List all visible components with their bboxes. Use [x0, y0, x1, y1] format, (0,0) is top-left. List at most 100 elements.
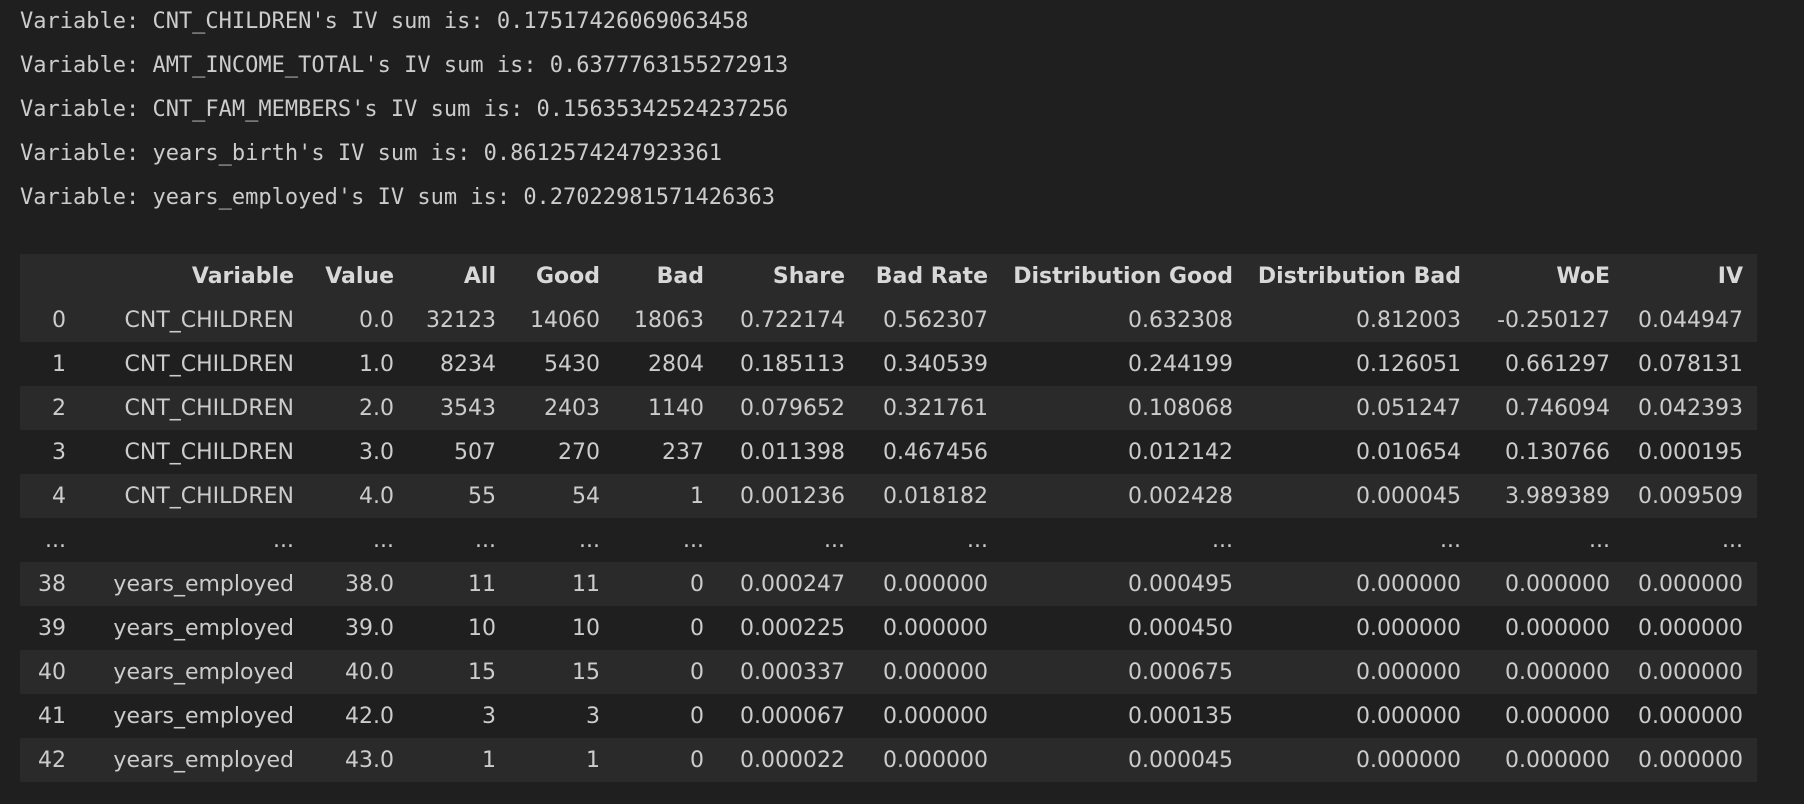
cell-bad-rate: 0.000000	[883, 615, 988, 641]
stream-line: Variable: years_employed's IV sum is: 0.…	[20, 185, 775, 210]
cell-all: 32123	[426, 307, 496, 333]
stream-line: Variable: CNT_CHILDREN's IV sum is: 0.17…	[20, 9, 749, 34]
cell-value: 0.0	[359, 307, 394, 333]
cell-bad: 1140	[648, 395, 704, 421]
header-good: Good	[510, 254, 614, 298]
cell-all: 3543	[440, 395, 496, 421]
cell-all: ...	[475, 527, 496, 553]
cell-value: 38.0	[345, 571, 394, 597]
cell-woe: 0.746094	[1505, 395, 1610, 421]
cell-value: 3.0	[359, 439, 394, 465]
cell-iv: 0.000000	[1638, 747, 1743, 773]
cell-woe: 0.130766	[1505, 439, 1610, 465]
cell-all: 11	[468, 571, 496, 597]
table-row: 41 years_employed 42.0 3 3 0 0.000067 0.000000 0…	[20, 694, 1757, 738]
table-row: 0 CNT_CHILDREN 0.0 32123 14060 18063 0.722174 0…	[20, 298, 1757, 342]
cell-bad-rate: 0.467456	[883, 439, 988, 465]
header-share: Share	[718, 254, 859, 298]
cell-distribution-good: 0.244199	[1128, 351, 1233, 377]
header-value: Value	[308, 254, 408, 298]
cell-variable: years_employed	[113, 615, 294, 641]
cell-value: 42.0	[345, 703, 394, 729]
cell-iv: 0.000000	[1638, 703, 1743, 729]
cell-iv: ...	[1722, 527, 1743, 553]
cell-good: ...	[579, 527, 600, 553]
cell-value: 43.0	[345, 747, 394, 773]
cell-value: 39.0	[345, 615, 394, 641]
cell-variable: ...	[273, 527, 294, 553]
dataframe-table: Variable Value All Good Bad Share Bad Ra…	[20, 254, 1757, 782]
cell-share: 0.001236	[740, 483, 845, 509]
cell-variable: years_employed	[113, 659, 294, 685]
cell-good: 11	[572, 571, 600, 597]
row-index: 39	[38, 615, 66, 641]
header-distribution-bad: Distribution Bad	[1247, 254, 1475, 298]
cell-all: 15	[468, 659, 496, 685]
cell-distribution-bad: ...	[1440, 527, 1461, 553]
cell-good: 1	[586, 747, 600, 773]
cell-bad-rate: 0.562307	[883, 307, 988, 333]
cell-distribution-bad: 0.812003	[1356, 307, 1461, 333]
cell-distribution-bad: 0.051247	[1356, 395, 1461, 421]
cell-bad-rate: 0.000000	[883, 747, 988, 773]
cell-iv: 0.000000	[1638, 571, 1743, 597]
cell-variable: CNT_CHILDREN	[124, 351, 295, 377]
cell-iv: 0.000000	[1638, 615, 1743, 641]
cell-share: ...	[824, 527, 845, 553]
cell-woe: 0.661297	[1505, 351, 1610, 377]
cell-all: 507	[454, 439, 496, 465]
cell-iv: 0.042393	[1638, 395, 1743, 421]
row-index: 4	[52, 483, 66, 509]
cell-all: 3	[482, 703, 496, 729]
cell-distribution-bad: 0.000000	[1356, 703, 1461, 729]
stream-line: Variable: CNT_FAM_MEMBERS's IV sum is: 0…	[20, 97, 789, 122]
cell-value: 4.0	[359, 483, 394, 509]
header-distribution-good: Distribution Good	[1002, 254, 1247, 298]
table-row: 38 years_employed 38.0 11 11 0 0.000247 0.00000…	[20, 562, 1757, 606]
row-index: ...	[45, 527, 66, 553]
cell-share: 0.000225	[740, 615, 845, 641]
cell-good: 54	[572, 483, 600, 509]
cell-distribution-good: 0.002428	[1128, 483, 1233, 509]
header-index	[20, 254, 80, 298]
cell-woe: 0.000000	[1505, 615, 1610, 641]
cell-distribution-bad: 0.126051	[1356, 351, 1461, 377]
cell-good: 10	[572, 615, 600, 641]
cell-share: 0.000067	[740, 703, 845, 729]
cell-good: 14060	[530, 307, 600, 333]
stream-line: Variable: AMT_INCOME_TOTAL's IV sum is: …	[20, 53, 789, 78]
cell-share: 0.000337	[740, 659, 845, 685]
cell-variable: CNT_CHILDREN	[124, 395, 295, 421]
row-index: 1	[52, 351, 66, 377]
cell-distribution-good: 0.000045	[1128, 747, 1233, 773]
cell-distribution-good: 0.632308	[1128, 307, 1233, 333]
cell-share: 0.011398	[740, 439, 845, 465]
cell-woe: 0.000000	[1505, 703, 1610, 729]
row-index: 40	[38, 659, 66, 685]
header-bad: Bad	[614, 254, 718, 298]
cell-distribution-bad: 0.000000	[1356, 747, 1461, 773]
cell-bad-rate: 0.321761	[883, 395, 988, 421]
row-index: 38	[38, 571, 66, 597]
table-row: 40 years_employed 40.0 15 15 0 0.000337 0.00000…	[20, 650, 1757, 694]
table-header: Variable Value All Good Bad Share Bad Ra…	[20, 254, 1757, 298]
cell-variable: CNT_CHILDREN	[124, 307, 295, 333]
table-row: 42 years_employed 43.0 1 1 0 0.000022 0.000000 0…	[20, 738, 1757, 782]
table-row: 3 CNT_CHILDREN 3.0 507 270 237 0.011398 0.46745…	[20, 430, 1757, 474]
cell-variable: years_employed	[113, 571, 294, 597]
header-row: Variable Value All Good Bad Share Bad Ra…	[20, 254, 1757, 298]
cell-distribution-good: 0.000675	[1128, 659, 1233, 685]
cell-distribution-good: 0.012142	[1128, 439, 1233, 465]
cell-woe: -0.250127	[1497, 307, 1610, 333]
cell-all: 8234	[440, 351, 496, 377]
cell-distribution-bad: 0.000000	[1356, 659, 1461, 685]
cell-bad-rate: 0.000000	[883, 703, 988, 729]
cell-share: 0.000247	[740, 571, 845, 597]
cell-all: 10	[468, 615, 496, 641]
cell-all: 1	[482, 747, 496, 773]
cell-distribution-bad: 0.000045	[1356, 483, 1461, 509]
cell-woe: 3.989389	[1505, 483, 1610, 509]
cell-iv: 0.044947	[1638, 307, 1743, 333]
cell-value: 40.0	[345, 659, 394, 685]
cell-bad: 0	[690, 747, 704, 773]
